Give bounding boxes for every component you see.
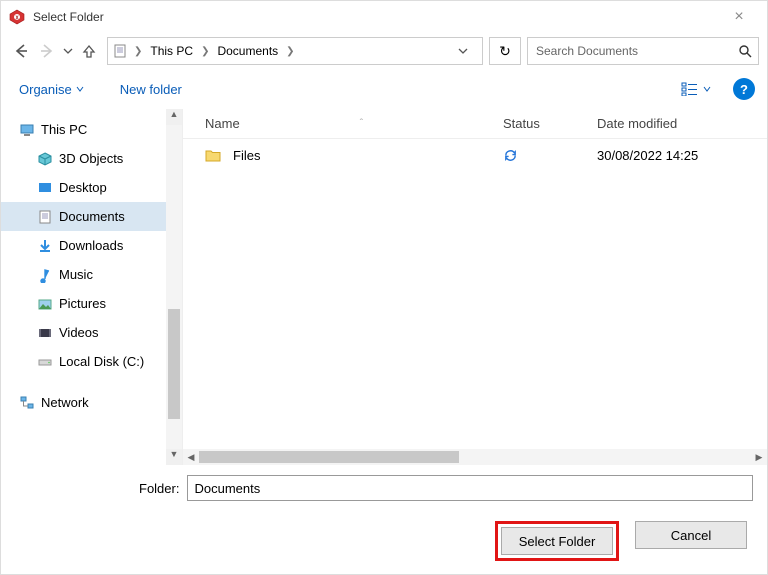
new-folder-label: New folder [120,82,182,97]
tree-item-network[interactable]: Network [1,388,182,417]
organise-menu[interactable]: Organise [13,78,90,101]
button-row: Select Folder Cancel [15,521,753,561]
recent-dropdown-icon[interactable] [61,39,75,63]
list-view-icon [681,82,699,96]
titlebar: X Select Folder × [1,1,767,33]
new-folder-button[interactable]: New folder [114,78,188,101]
file-name: Files [233,148,260,163]
help-button[interactable]: ? [733,78,755,100]
refresh-button[interactable]: ↻ [489,37,521,65]
folder-input[interactable] [187,475,753,501]
tree-item-downloads[interactable]: Downloads [1,231,182,260]
breadcrumb-root[interactable]: This PC [146,42,197,60]
select-folder-button[interactable]: Select Folder [501,527,613,555]
button-label: Cancel [671,528,711,543]
pc-icon [19,122,35,138]
back-button[interactable] [9,39,33,63]
tree-item-3d-objects[interactable]: 3D Objects [1,144,182,173]
tree-scrollbar[interactable]: ▲ ▼ [166,109,182,465]
list-hscrollbar[interactable]: ◀ ▶ [183,449,767,465]
close-icon[interactable]: × [719,8,759,26]
tree-item-music[interactable]: Music [1,260,182,289]
chevron-down-icon [76,85,84,93]
file-date: 30/08/2022 14:25 [587,148,767,163]
document-icon [110,41,130,61]
disk-icon [37,354,53,370]
tree-item-desktop[interactable]: Desktop [1,173,182,202]
search-box[interactable] [527,37,759,65]
column-header-date[interactable]: Date modified [587,116,767,131]
music-icon [37,267,53,283]
tree-item-label: Videos [59,325,99,340]
button-label: Select Folder [519,534,596,549]
chevron-right-icon[interactable]: ❯ [130,46,146,57]
scroll-track[interactable] [199,449,751,465]
tree-item-label: Music [59,267,93,282]
sync-status-icon [503,148,577,163]
tree-item-this-pc[interactable]: This PC [1,115,182,144]
folder-icon [205,148,221,162]
scroll-up-icon[interactable]: ▲ [166,109,182,125]
address-dropdown-icon[interactable] [458,46,480,56]
folder-label: Folder: [139,481,179,496]
app-icon: X [9,9,25,25]
scroll-thumb[interactable] [168,309,180,419]
column-label: Name [205,116,240,131]
tree-item-label: Desktop [59,180,107,195]
column-header-status[interactable]: Status [493,116,587,131]
tree-item-local-disk[interactable]: Local Disk (C:) [1,347,182,376]
list-item[interactable]: Files 30/08/2022 14:25 [183,139,767,171]
tree-item-label: Network [41,395,89,410]
main-area: This PC 3D Objects Desktop Documents Dow… [1,109,767,465]
navigation-tree: This PC 3D Objects Desktop Documents Dow… [1,109,183,465]
select-folder-highlight: Select Folder [495,521,619,561]
search-input[interactable] [534,43,738,59]
tree-item-label: Downloads [59,238,123,253]
list-header: Name ˆ Status Date modified [183,109,767,139]
chevron-down-icon [703,85,711,93]
dialog-footer: Folder: Select Folder Cancel [1,465,767,575]
chevron-right-icon[interactable]: ❯ [282,46,298,57]
scroll-right-icon[interactable]: ▶ [751,452,767,463]
network-icon [19,395,35,411]
chevron-right-icon[interactable]: ❯ [197,46,213,57]
file-list: Name ˆ Status Date modified Files [183,109,767,465]
tree-item-label: This PC [41,122,87,137]
scroll-left-icon[interactable]: ◀ [183,452,199,463]
scroll-down-icon[interactable]: ▼ [166,449,182,465]
videos-icon [37,325,53,341]
sort-indicator-icon: ˆ [360,118,363,129]
tree-item-label: Pictures [59,296,106,311]
desktop-icon [37,180,53,196]
download-icon [37,238,53,254]
organise-label: Organise [19,82,72,97]
address-bar[interactable]: ❯ This PC ❯ Documents ❯ [107,37,483,65]
window-title: Select Folder [33,10,719,24]
navigation-row: ❯ This PC ❯ Documents ❯ ↻ [1,33,767,69]
scroll-thumb[interactable] [199,451,459,463]
breadcrumb-current[interactable]: Documents [213,42,282,60]
search-icon[interactable] [738,44,752,58]
cube-icon [37,151,53,167]
tree-item-label: Documents [59,209,125,224]
list-body[interactable]: Files 30/08/2022 14:25 [183,139,767,449]
folder-row: Folder: [15,475,753,501]
column-header-name[interactable]: Name ˆ [183,116,493,131]
pictures-icon [37,296,53,312]
tree-item-label: 3D Objects [59,151,123,166]
tree-item-documents[interactable]: Documents [1,202,182,231]
tree-item-videos[interactable]: Videos [1,318,182,347]
up-button[interactable] [77,39,101,63]
document-icon [37,209,53,225]
tree-item-label: Local Disk (C:) [59,354,144,369]
view-options-button[interactable] [677,80,715,98]
cancel-button[interactable]: Cancel [635,521,747,549]
tree-item-pictures[interactable]: Pictures [1,289,182,318]
forward-button[interactable] [35,39,59,63]
command-bar: Organise New folder ? [1,69,767,109]
